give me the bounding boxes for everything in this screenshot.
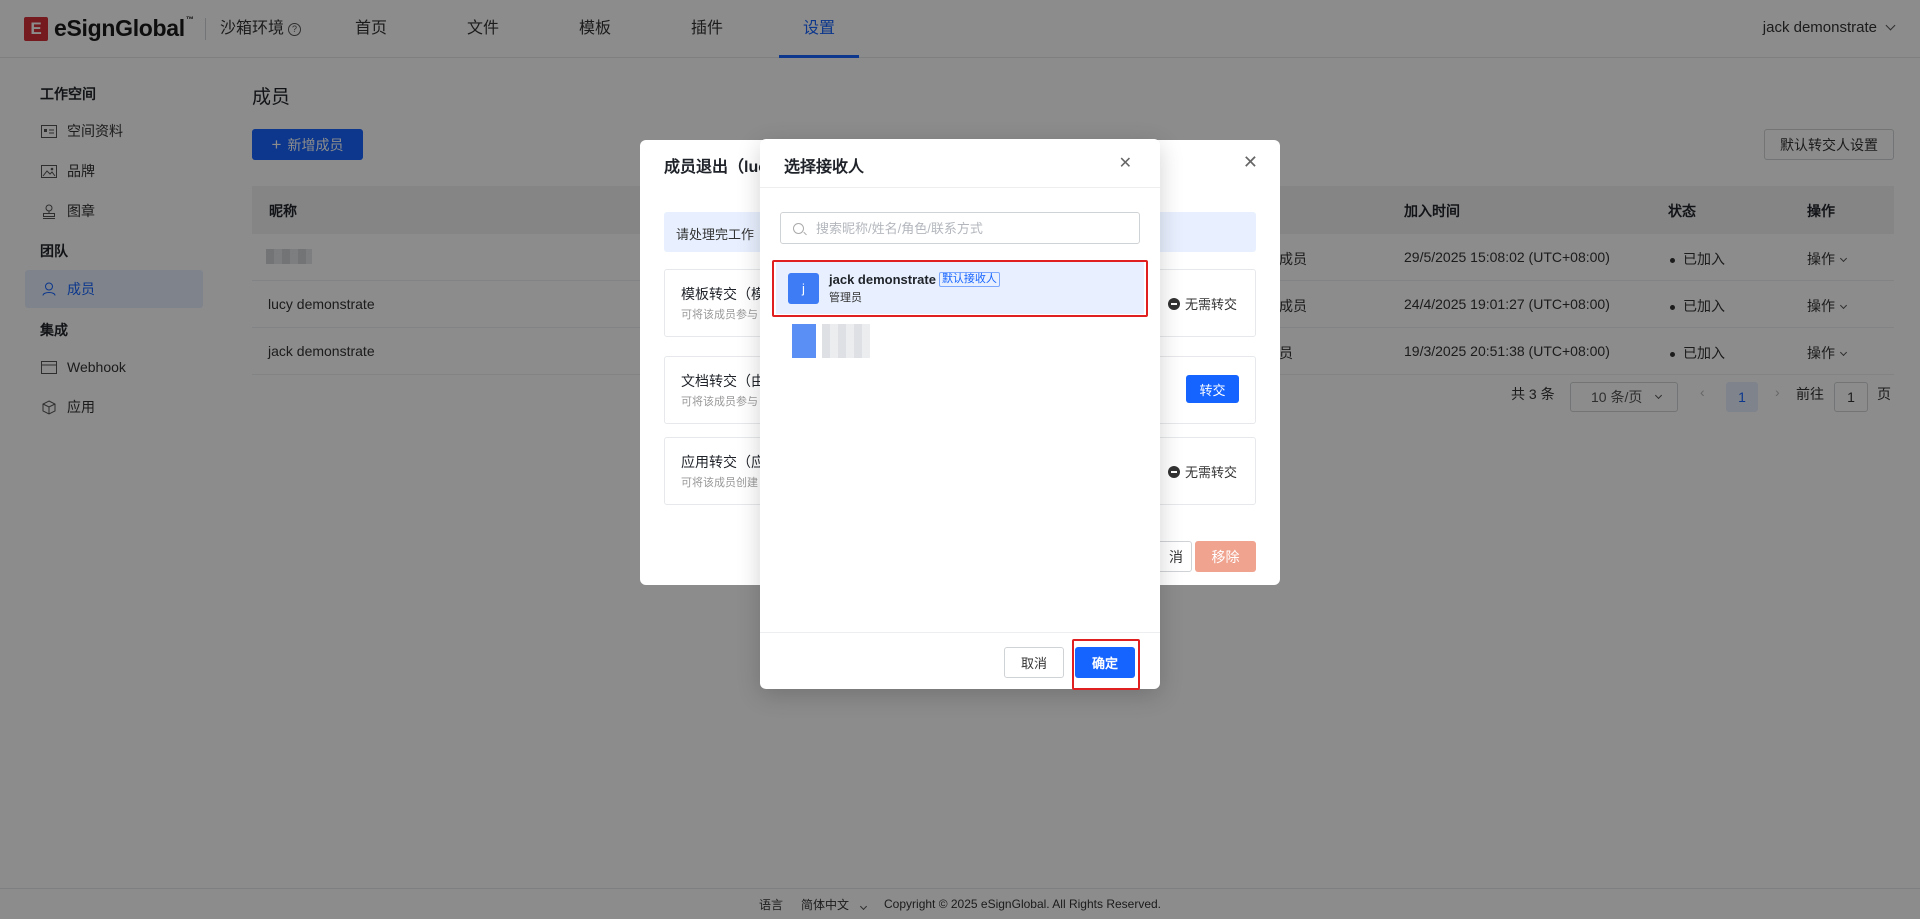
close-icon[interactable]: ✕ (1243, 152, 1258, 173)
minus-circle-icon (1167, 297, 1180, 310)
confirm-highlight (1072, 639, 1140, 690)
card-title: 文档转交（由 (681, 373, 765, 389)
card-subtitle: 可将该成员参与 (681, 309, 758, 321)
recipient-search[interactable] (780, 212, 1140, 244)
cancel-button[interactable]: 取消 (1004, 647, 1064, 678)
card-title: 应用转交（应 (681, 454, 765, 470)
remove-button[interactable]: 移除 (1195, 541, 1256, 572)
modal-title: 选择接收人 (784, 159, 865, 176)
selection-highlight (772, 260, 1148, 317)
modal-header: 选择接收人 ✕ (760, 139, 1160, 188)
card-subtitle: 可将该成员参与 (681, 396, 758, 408)
redacted-recipient (822, 324, 870, 358)
transfer-status: 无需转交 (1167, 462, 1237, 481)
modal-footer: 取消 确定 (760, 632, 1160, 690)
transfer-button[interactable]: 转交 (1186, 375, 1239, 403)
card-subtitle: 可将该成员创建 (681, 477, 758, 489)
card-title: 模板转交（模 (681, 286, 765, 302)
member-leave-title: 成员退出（luc (664, 159, 768, 176)
avatar-redacted (792, 324, 816, 358)
search-icon (793, 222, 804, 234)
close-icon[interactable]: ✕ (1119, 153, 1132, 173)
minus-circle-icon (1167, 465, 1180, 478)
select-recipient-modal: 选择接收人 ✕ j jack demonstrate 默认接收人 管理员 取消 … (760, 139, 1160, 690)
search-input[interactable] (816, 220, 1116, 236)
transfer-status: 无需转交 (1167, 294, 1237, 313)
recipient-option-redacted[interactable] (784, 324, 874, 358)
